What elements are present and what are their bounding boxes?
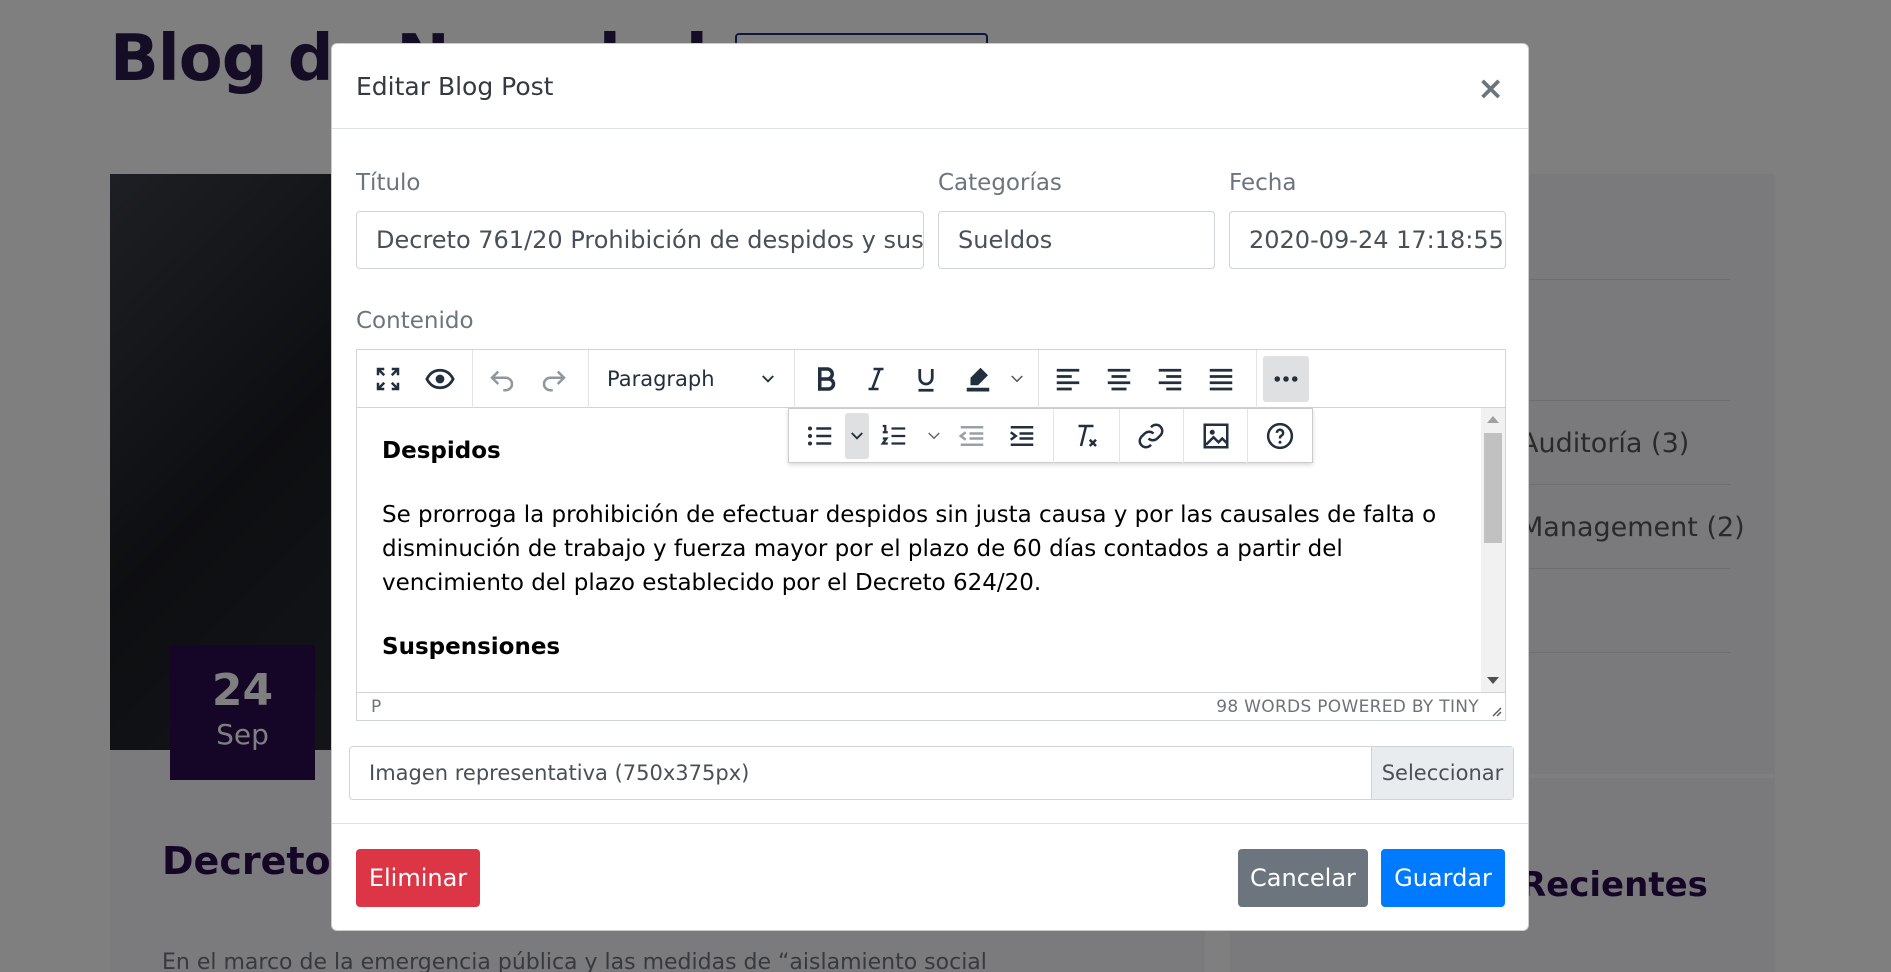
chevron-down-icon xyxy=(851,432,863,440)
titulo-label: Título xyxy=(356,170,421,196)
fullscreen-icon xyxy=(376,367,400,391)
fecha-label: Fecha xyxy=(1229,170,1297,196)
align-right-button[interactable] xyxy=(1147,356,1193,402)
italic-icon xyxy=(868,367,884,391)
titulo-input[interactable]: Decreto 761/20 Prohibición de despidos y… xyxy=(356,211,924,269)
categorias-input[interactable]: Sueldos xyxy=(938,211,1215,269)
select-file-button[interactable]: Seleccionar xyxy=(1371,747,1513,799)
scroll-thumb[interactable] xyxy=(1484,433,1502,543)
insert-link-button[interactable] xyxy=(1128,413,1174,459)
highlighter-icon xyxy=(966,367,990,392)
block-format-select[interactable]: Paragraph xyxy=(589,350,795,408)
align-left-button[interactable] xyxy=(1045,356,1091,402)
help-button[interactable] xyxy=(1257,413,1303,459)
outdent-button[interactable] xyxy=(949,413,995,459)
cancel-button[interactable]: Cancelar xyxy=(1238,849,1368,907)
scroll-up-arrow[interactable] xyxy=(1487,416,1499,423)
preview-button[interactable] xyxy=(417,356,463,402)
italic-button[interactable] xyxy=(853,356,899,402)
indent-button[interactable] xyxy=(999,413,1045,459)
align-center-icon xyxy=(1107,368,1131,391)
help-icon xyxy=(1266,422,1294,450)
redo-icon xyxy=(542,370,566,392)
underline-button[interactable] xyxy=(903,356,949,402)
link-icon xyxy=(1138,423,1164,449)
numbered-list-icon xyxy=(880,424,906,445)
align-right-icon xyxy=(1158,368,1182,391)
image-icon xyxy=(1203,423,1229,449)
scroll-down-arrow[interactable] xyxy=(1487,677,1499,684)
editor-scrollbar[interactable] xyxy=(1481,408,1505,692)
redo-button[interactable] xyxy=(531,356,577,402)
undo-button[interactable] xyxy=(479,356,525,402)
save-button[interactable]: Guardar xyxy=(1381,849,1505,907)
element-path[interactable]: P xyxy=(371,697,381,717)
chevron-down-icon[interactable] xyxy=(925,427,943,445)
insert-image-button[interactable] xyxy=(1193,413,1239,459)
bold-icon xyxy=(818,367,836,391)
more-toolbar-popup xyxy=(788,408,1313,464)
align-center-button[interactable] xyxy=(1096,356,1142,402)
highlight-color-button[interactable] xyxy=(955,356,1001,402)
editor-toolbar: Paragraph xyxy=(357,350,1505,408)
numbered-list-button[interactable] xyxy=(871,413,917,459)
chevron-down-icon xyxy=(762,375,774,383)
modal-title: Editar Blog Post xyxy=(356,72,554,101)
modal-footer: Eliminar Cancelar Guardar xyxy=(332,823,1528,930)
align-left-icon xyxy=(1056,368,1080,391)
close-button[interactable]: × xyxy=(1477,72,1504,104)
chevron-down-icon[interactable] xyxy=(1008,370,1026,388)
contenido-label: Contenido xyxy=(356,308,474,334)
indent-icon xyxy=(1010,426,1034,446)
bullet-list-icon xyxy=(808,426,832,446)
resize-handle-icon[interactable] xyxy=(1490,705,1502,717)
bullet-list-dropdown[interactable] xyxy=(845,413,869,459)
eye-icon xyxy=(425,368,455,390)
rich-text-editor: Paragraph Despidos Se prorroga la prohib… xyxy=(356,349,1506,721)
underline-icon xyxy=(918,369,934,392)
outdent-icon xyxy=(958,426,984,446)
align-justify-icon xyxy=(1209,368,1233,391)
word-count: 98 WORDS POWERED BY TINY xyxy=(1216,697,1479,717)
fullscreen-button[interactable] xyxy=(365,356,411,402)
image-file-placeholder: Imagen representativa (750x375px) xyxy=(369,761,750,785)
content-paragraph: Se prorroga la prohibición de efectuar d… xyxy=(382,502,1437,596)
modal-header: Editar Blog Post × xyxy=(332,44,1528,129)
bullet-list-button[interactable] xyxy=(797,413,843,459)
undo-icon xyxy=(490,370,514,392)
clear-formatting-button[interactable] xyxy=(1063,413,1109,459)
editor-statusbar: P 98 WORDS POWERED BY TINY xyxy=(357,692,1505,720)
delete-button[interactable]: Eliminar xyxy=(356,849,480,907)
clear-formatting-icon xyxy=(1078,424,1097,447)
content-heading: Suspensiones xyxy=(382,634,561,660)
more-toolbar-button[interactable] xyxy=(1263,356,1309,402)
fecha-input[interactable]: 2020-09-24 17:18:55 xyxy=(1229,211,1506,269)
more-horizontal-icon xyxy=(1274,376,1298,382)
edit-post-modal: Editar Blog Post × Título Decreto 761/20… xyxy=(331,43,1529,931)
bold-button[interactable] xyxy=(803,356,849,402)
categorias-label: Categorías xyxy=(938,170,1062,196)
image-file-input[interactable]: Imagen representativa (750x375px) Selecc… xyxy=(349,746,1514,800)
align-justify-button[interactable] xyxy=(1198,356,1244,402)
